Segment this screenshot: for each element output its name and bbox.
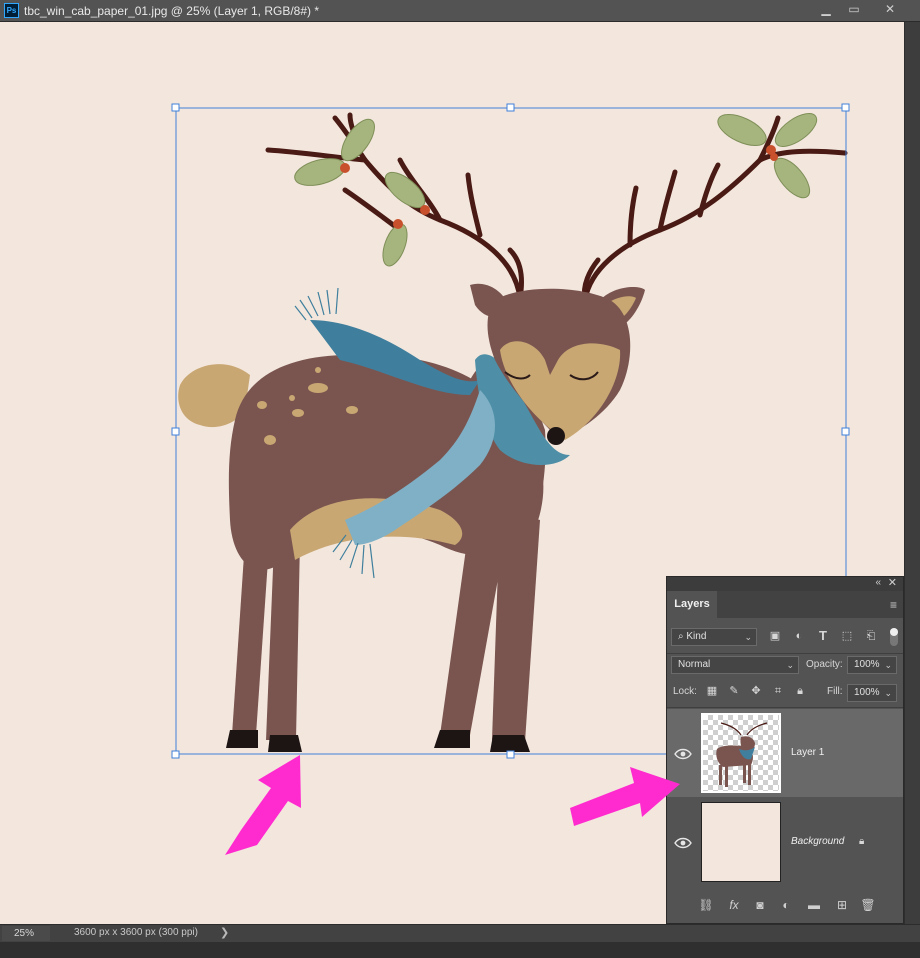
folder-icon[interactable]: ▬ [805,897,823,913]
photoshop-app-icon: Ps [4,3,19,18]
shape-icon[interactable]: ⬚ [839,628,855,644]
layer-filter-dropdown[interactable]: ⌕ Kind ⌄ [671,628,757,646]
document-title-bar: Ps tbc_win_cab_paper_01.jpg @ 25% (Layer… [0,0,920,22]
status-bar: 25% 3600 px x 3600 px (300 ppi) ❯ [0,924,920,942]
filter-kind-label: Kind [686,631,707,642]
status-menu-arrow-icon[interactable]: ❯ [220,926,229,939]
panel-menu-icon[interactable]: ≡ [890,598,897,612]
blend-mode-dropdown[interactable]: Normal ⌄ [671,656,799,674]
window-maximize-icon[interactable]: ▭ [840,0,868,18]
fill-field[interactable]: 100% ⌄ [847,684,897,702]
layer-row-background[interactable]: Background 🔒︎ [667,798,903,884]
lock-transparent-pixels-icon[interactable]: ▦ [705,684,719,698]
close-panel-icon[interactable]: ✕ [888,576,897,589]
panel-tab-row: Layers ≡ [667,591,903,618]
blend-mode-value: Normal [678,659,711,670]
chevron-down-icon: ⌄ [786,660,794,670]
eye-visibility-icon[interactable] [673,836,693,850]
zoom-level-field[interactable]: 25% [2,926,50,941]
opacity-label: Opacity: [806,659,843,670]
document-tab-title[interactable]: tbc_win_cab_paper_01.jpg @ 25% (Layer 1,… [24,4,319,18]
chevron-down-icon: ⌄ [744,632,752,642]
bottom-bar [0,942,920,958]
lock-position-icon[interactable]: ✥ [749,684,763,698]
mask-icon[interactable]: ◙ [751,897,769,913]
layer-1-thumbnail-art [716,722,768,787]
chevron-down-icon: ⌄ [884,660,892,670]
search-icon: ⌕ [678,631,684,642]
lock-all-icon[interactable]: 🔒︎ [793,684,807,698]
canvas-right-scroll-area [904,22,920,924]
type-icon[interactable]: T [815,628,831,644]
adjustment-layer-icon[interactable]: ◐ [777,897,795,913]
filter-toggle-switch[interactable] [890,628,898,646]
image-icon[interactable]: ▣ [767,628,783,644]
panel-title-strip: « ✕ [667,577,903,591]
background-layer-name[interactable]: Background [791,836,844,847]
new-layer-icon[interactable]: ⊞ [833,897,851,913]
trash-icon[interactable]: 🗑︎ [859,897,877,913]
smart-object-icon[interactable]: ⎗ [863,628,879,644]
layer-1-thumbnail [701,713,781,793]
link-icon[interactable]: ⛓ [697,897,715,913]
fill-label: Fill: [827,686,843,697]
chevron-down-icon: ⌄ [884,688,892,698]
opacity-field[interactable]: 100% ⌄ [847,656,897,674]
lock-icon[interactable]: 🔒︎ [859,836,864,847]
fill-value: 100% [854,687,880,698]
window-close-icon[interactable]: ✕ [876,0,904,18]
deer-nose [547,427,565,445]
lock-image-pixels-icon[interactable]: ✎ [727,684,741,698]
document-size-info: 3600 px x 3600 px (300 ppi) [74,927,198,938]
layers-panel: « ✕ Layers ≡ ⌕ Kind ⌄ ▣ ◐ T ⬚ ⎗ Normal ⌄… [666,576,904,924]
separator [667,707,903,708]
collapse-panel-icon[interactable]: « [875,577,881,588]
opacity-value: 100% [854,659,880,670]
layers-panel-footer: ⛓ fx ◙ ◐ ▬ ⊞ 🗑︎ [667,891,903,921]
lock-artboard-icon[interactable]: ⌗ [771,684,785,698]
tab-layers[interactable]: Layers [667,591,717,618]
separator [667,653,903,654]
lock-label: Lock: [673,686,697,697]
adjustment-icon[interactable]: ◐ [791,628,807,644]
window-restore-icon[interactable]: ⁠▁ [812,0,840,18]
holly-leaves [294,113,818,267]
eye-visibility-icon[interactable] [673,747,693,761]
layer-1-name[interactable]: Layer 1 [791,747,824,758]
background-thumbnail [701,802,781,882]
layer-row-layer-1[interactable]: Layer 1 [667,709,903,797]
fx-icon[interactable]: fx [725,897,743,913]
